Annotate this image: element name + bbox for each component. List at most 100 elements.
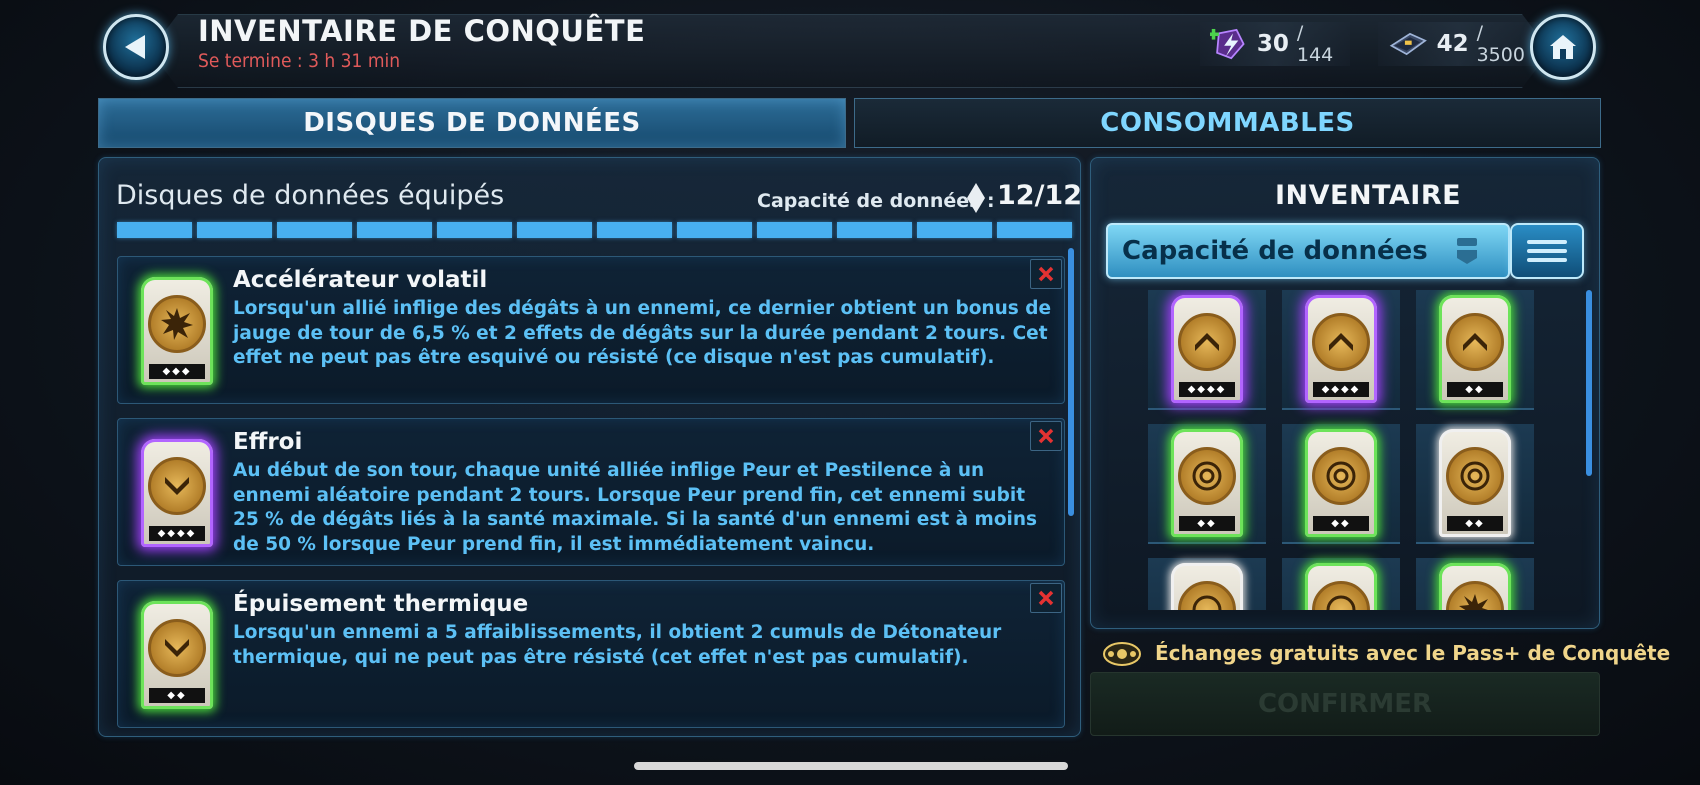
- inventory-item[interactable]: ◆◆: [1416, 424, 1534, 544]
- disk-icon: ◆◆: [1305, 429, 1377, 537]
- disk-pips: ◆◆◆: [149, 364, 205, 379]
- menu-line: [1527, 249, 1567, 253]
- capacity-segment: [437, 222, 512, 238]
- menu-line: [1527, 258, 1567, 262]
- home-indicator[interactable]: [634, 762, 1068, 770]
- disk-icon: [1305, 563, 1377, 610]
- target-emblem-icon: [1312, 447, 1370, 505]
- keycard-icon: [1389, 32, 1427, 56]
- target-emblem-icon: [1178, 581, 1236, 610]
- capacity-segment: [997, 222, 1072, 238]
- disk-name: Accélérateur volatil: [233, 267, 488, 293]
- inventory-grid: ◆◆◆◆ ◆◆◆◆ ◆◆ ◆◆ ◆◆ ◆◆: [1108, 290, 1578, 610]
- close-icon: [1038, 266, 1054, 282]
- inventory-item[interactable]: ◆◆: [1282, 424, 1400, 544]
- energy-value: 30: [1256, 31, 1289, 57]
- time-remaining: Se termine : 3 h 31 min: [198, 50, 401, 72]
- capacity-segment: [837, 222, 912, 238]
- capacity-segment: [277, 222, 352, 238]
- home-icon: [1550, 35, 1576, 59]
- disk-icon: [1171, 563, 1243, 610]
- tab-data-disks[interactable]: DISQUES DE DONNÉES: [98, 98, 846, 148]
- equipped-disk-card[interactable]: ◆◆ Épuisement thermique Lorsqu'un ennemi…: [117, 580, 1065, 728]
- keycard-max: / 3500: [1476, 22, 1525, 66]
- dropdown-arrow-icon: [1457, 238, 1477, 264]
- chevron-down-emblem-icon: [148, 457, 206, 515]
- disk-description: Lorsqu'un allié inflige des dégâts à un …: [233, 298, 1052, 368]
- capacity-segment: [757, 222, 832, 238]
- disk-icon: ◆◆: [1439, 429, 1511, 537]
- page-title: INVENTAIRE DE CONQUÊTE: [198, 14, 646, 48]
- close-icon: [1038, 590, 1054, 606]
- remove-disk-button[interactable]: [1030, 583, 1062, 613]
- home-button[interactable]: [1530, 14, 1596, 80]
- capacity-diamond-icon: [967, 183, 985, 213]
- conquest-pass-icon: [1103, 642, 1141, 666]
- disk-icon: ◆◆◆◆: [1305, 295, 1377, 403]
- disk-pips: ◆◆: [1447, 382, 1503, 397]
- remove-disk-button[interactable]: [1030, 259, 1062, 289]
- disk-pips: ◆◆◆◆: [1179, 382, 1235, 397]
- capacity-segment: [597, 222, 672, 238]
- capacity-segment: [917, 222, 992, 238]
- equipped-disk-card[interactable]: ◆◆◆ Accélérateur volatil Lorsqu'un allié…: [117, 256, 1065, 404]
- remove-disk-button[interactable]: [1030, 421, 1062, 451]
- capacity-label: Capacité de données :: [757, 190, 995, 212]
- keycard-counter[interactable]: 42 / 3500: [1378, 22, 1538, 66]
- inventory-scrollbar[interactable]: [1586, 290, 1592, 476]
- target-emblem-icon: [1446, 447, 1504, 505]
- disk-icon: ◆◆: [1439, 295, 1511, 403]
- disk-pips: ◆◆: [149, 688, 205, 703]
- target-emblem-icon: [1178, 447, 1236, 505]
- disk-pips: ◆◆: [1447, 516, 1503, 531]
- menu-line: [1527, 240, 1567, 244]
- disk-icon: ◆◆◆◆: [141, 439, 213, 547]
- equipped-scrollbar[interactable]: [1068, 248, 1074, 516]
- disk-icon: [1439, 563, 1511, 610]
- sort-dropdown[interactable]: Capacité de données: [1106, 223, 1510, 279]
- equipped-title: Disques de données équipés: [116, 180, 505, 211]
- capacity-segment: [197, 222, 272, 238]
- inventory-item[interactable]: [1282, 558, 1400, 610]
- keycard-value: 42: [1436, 31, 1469, 57]
- chevron-up-emblem-icon: [1178, 313, 1236, 371]
- disk-description: Au début de son tour, chaque unité allié…: [233, 460, 1038, 555]
- burst-emblem-icon: [148, 295, 206, 353]
- disk-icon: ◆◆: [1171, 429, 1243, 537]
- energy-counter[interactable]: 30 / 144: [1200, 22, 1350, 66]
- capacity-segment: [357, 222, 432, 238]
- inventory-item[interactable]: ◆◆: [1148, 424, 1266, 544]
- confirm-button[interactable]: CONFIRMER: [1090, 672, 1600, 736]
- sort-dropdown-value: Capacité de données: [1122, 236, 1428, 266]
- capacity-segment: [117, 222, 192, 238]
- inventory-item[interactable]: [1148, 558, 1266, 610]
- back-button[interactable]: [103, 14, 169, 80]
- capacity-segment: [677, 222, 752, 238]
- chevron-up-emblem-icon: [1312, 313, 1370, 371]
- capacity-value: 12/12: [997, 180, 1083, 211]
- capacity-segment: [517, 222, 592, 238]
- inventory-item[interactable]: [1416, 558, 1534, 610]
- chevron-up-emblem-icon: [1446, 313, 1504, 371]
- inventory-title: INVENTAIRE: [1275, 180, 1462, 211]
- back-arrow-icon: [125, 35, 145, 59]
- equipped-disk-card[interactable]: ◆◆◆◆ Effroi Au début de son tour, chaque…: [117, 418, 1065, 566]
- tab-consumables[interactable]: CONSOMMABLES: [854, 98, 1601, 148]
- inventory-item[interactable]: ◆◆◆◆: [1282, 290, 1400, 410]
- disk-name: Épuisement thermique: [233, 591, 529, 617]
- inventory-item[interactable]: ◆◆◆◆: [1148, 290, 1266, 410]
- capacity-bar: [117, 222, 1072, 238]
- target-emblem-icon: [1312, 581, 1370, 610]
- disk-icon: ◆◆◆◆: [1171, 295, 1243, 403]
- disk-icon: ◆◆: [141, 601, 213, 709]
- disk-name: Effroi: [233, 429, 303, 455]
- disk-pips: ◆◆: [1313, 516, 1369, 531]
- chevron-down-emblem-icon: [148, 619, 206, 677]
- disk-pips: ◆◆◆◆: [149, 526, 205, 541]
- inventory-item[interactable]: ◆◆: [1416, 290, 1534, 410]
- filter-button[interactable]: [1510, 223, 1584, 279]
- disk-pips: ◆◆◆◆: [1313, 382, 1369, 397]
- burst-emblem-icon: [1446, 581, 1504, 610]
- disk-description: Lorsqu'un ennemi a 5 affaiblissements, i…: [233, 622, 1002, 668]
- energy-icon: [1210, 28, 1245, 60]
